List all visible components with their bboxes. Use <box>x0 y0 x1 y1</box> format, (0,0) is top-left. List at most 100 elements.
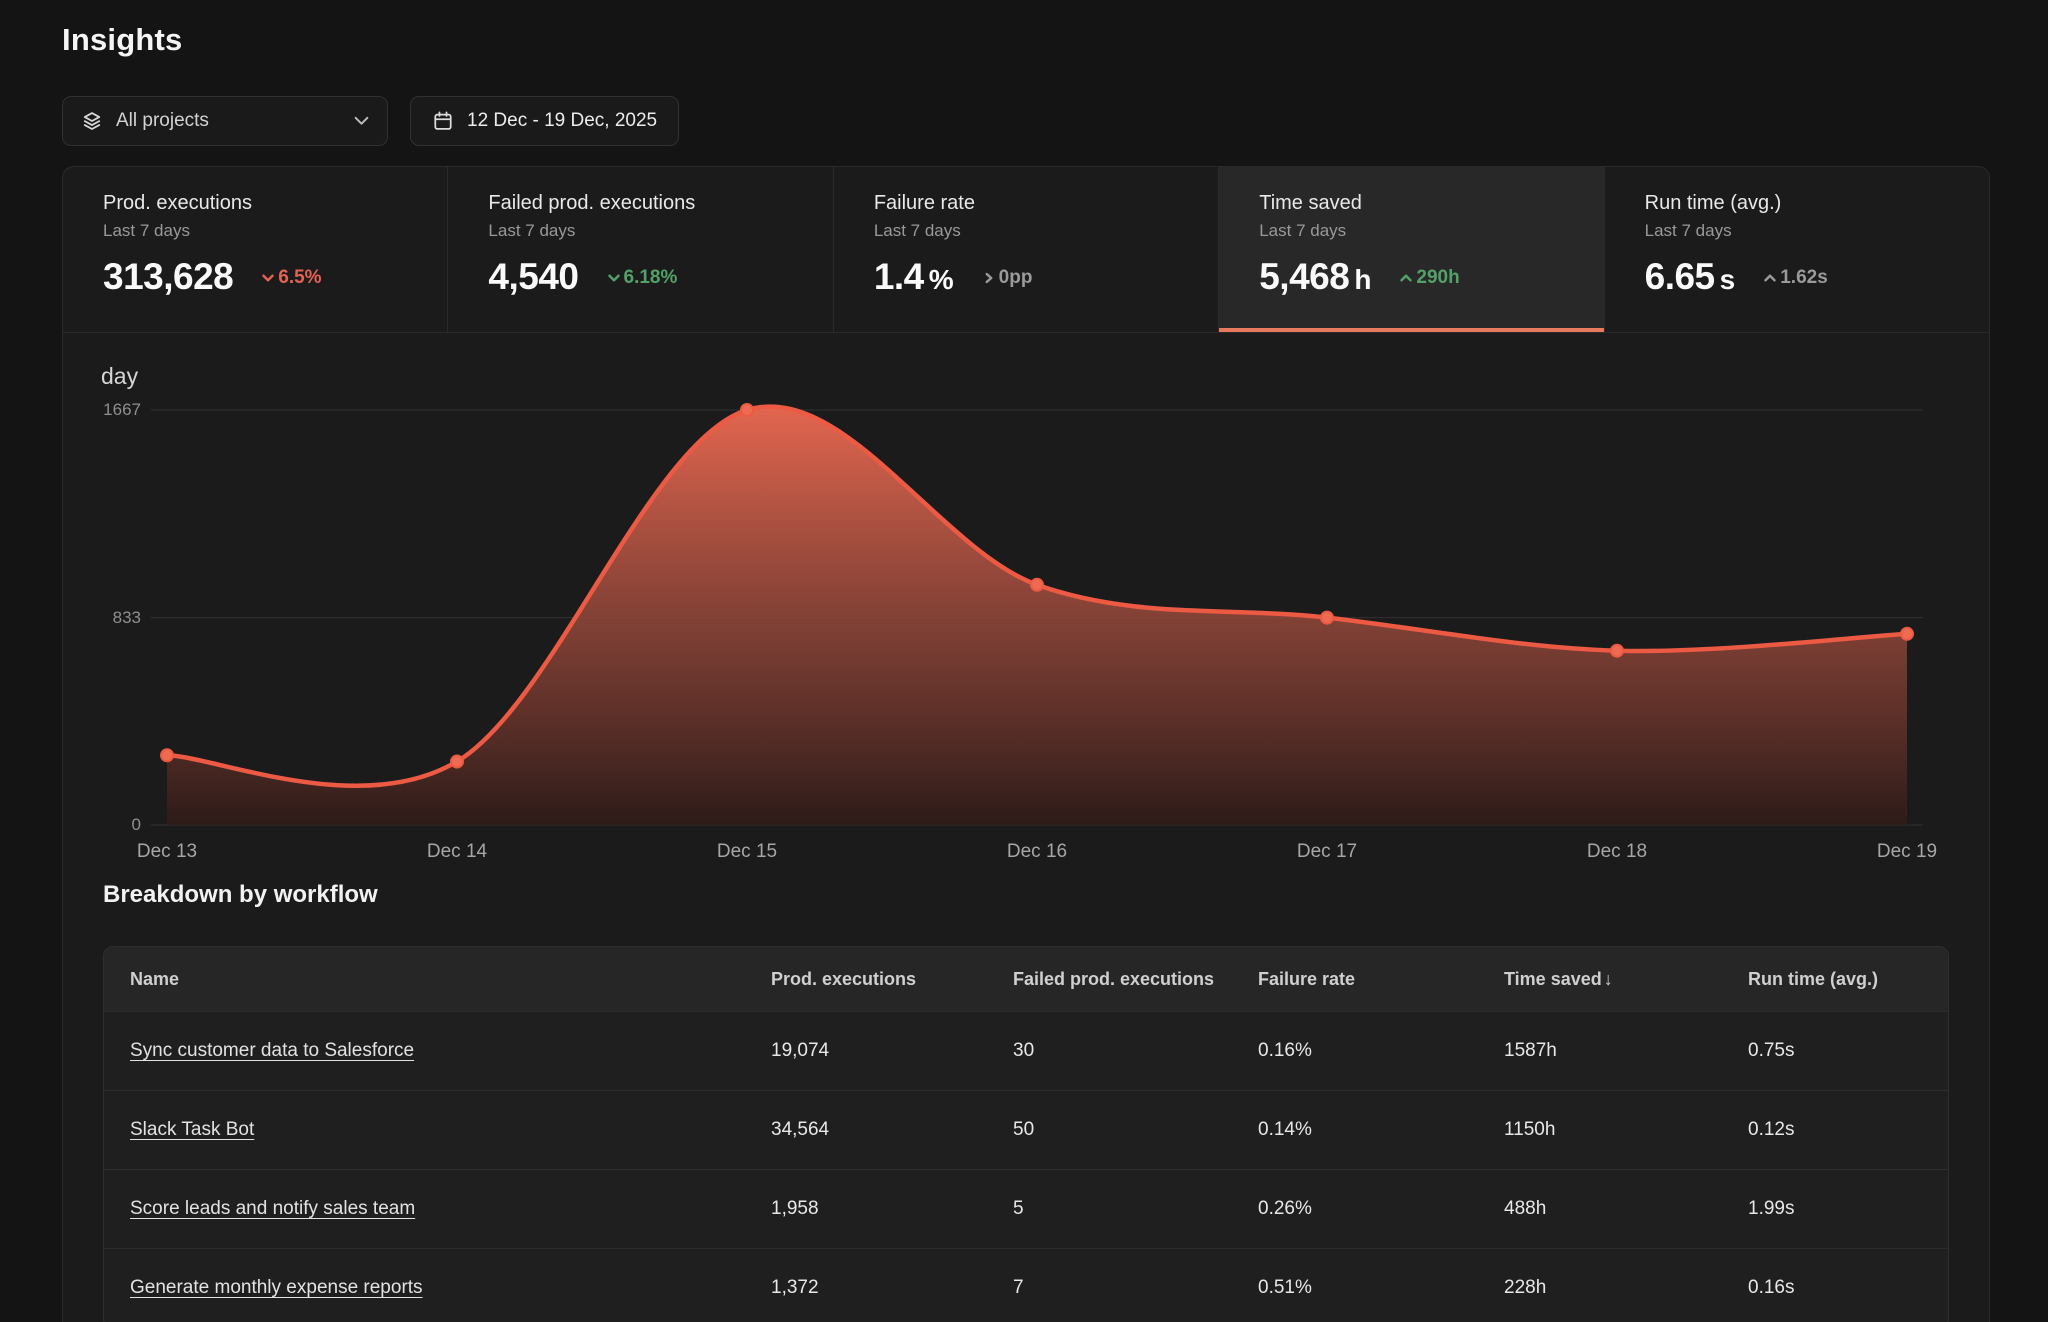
chart-area-fill <box>167 407 1907 825</box>
workflow-link[interactable]: Generate monthly expense reports <box>130 1277 423 1298</box>
column-header-name[interactable]: Name <box>130 969 771 990</box>
column-header-failed-prod-executions[interactable]: Failed prod. executions <box>1013 969 1258 990</box>
sort-desc-icon: ↓ <box>1604 969 1613 989</box>
trend-label: 6.18% <box>624 267 678 289</box>
metric-card-trend: 1.62s <box>1761 267 1828 289</box>
data-point-dec-14 <box>451 756 463 768</box>
chevron-up-icon <box>1397 269 1415 287</box>
failed-executions-cell: 7 <box>1013 1277 1258 1299</box>
data-point-dec-13 <box>161 749 173 761</box>
prod-executions-cell: 34,564 <box>771 1119 1013 1141</box>
metric-card-failed-prod-executions[interactable]: Failed prod. executions Last 7 days 4,54… <box>448 167 833 332</box>
metric-card-period: Last 7 days <box>488 221 832 241</box>
metric-card-title: Run time (avg.) <box>1645 192 1989 215</box>
prod-executions-cell: 1,958 <box>771 1198 1013 1220</box>
workflow-name-cell: Score leads and notify sales team <box>130 1198 771 1220</box>
trend-label: 6.5% <box>278 267 321 289</box>
metric-card-period: Last 7 days <box>1259 221 1603 241</box>
run-time-cell: 0.75s <box>1748 1040 1948 1062</box>
table-row: Slack Task Bot 34,564500.14%1150h0.12s <box>104 1090 1948 1169</box>
metric-card-title: Prod. executions <box>103 192 447 215</box>
calendar-icon <box>432 110 454 132</box>
time-saved-cell: 1587h <box>1504 1040 1748 1062</box>
metric-card-prod-executions[interactable]: Prod. executions Last 7 days 313,628 6.5… <box>63 167 448 332</box>
failed-executions-cell: 30 <box>1013 1040 1258 1062</box>
time-saved-cell: 1150h <box>1504 1119 1748 1141</box>
run-time-cell: 0.12s <box>1748 1119 1948 1141</box>
column-header-run-time-avg-[interactable]: Run time (avg.) <box>1748 969 1948 990</box>
y-axis-labels: 0 833 1667 <box>63 403 141 839</box>
data-point-dec-17 <box>1321 612 1333 624</box>
chevron-down-icon <box>259 269 277 287</box>
time-saved-cell: 228h <box>1504 1277 1748 1299</box>
y-tick-label-833: 833 <box>63 608 141 628</box>
chart-axis-title: day <box>101 363 138 390</box>
layers-icon <box>81 110 103 132</box>
workflow-name-cell: Generate monthly expense reports <box>130 1277 771 1299</box>
chevron-up-icon <box>1761 269 1779 287</box>
chart-plot-svg <box>151 403 1923 839</box>
page-title: Insights <box>62 22 182 58</box>
chevron-down-icon <box>605 269 623 287</box>
workflow-table-header: NameProd. executionsFailed prod. executi… <box>104 947 1948 1011</box>
column-header-time-saved[interactable]: Time saved↓ <box>1504 969 1748 990</box>
metric-card-value-row: 6.65 s 1.62s <box>1645 256 1989 298</box>
breakdown-heading: Breakdown by workflow <box>103 881 378 909</box>
project-selector[interactable]: All projects <box>62 96 388 146</box>
trend-label: 0pp <box>999 267 1033 289</box>
chevron-down-icon <box>354 116 369 126</box>
failure-rate-cell: 0.26% <box>1258 1198 1504 1220</box>
workflow-link[interactable]: Score leads and notify sales team <box>130 1198 415 1219</box>
metric-card-value: 6.65 <box>1645 256 1715 298</box>
workflow-table-body: Sync customer data to Salesforce 19,07430… <box>104 1011 1948 1322</box>
x-axis-labels: Dec 13Dec 14Dec 15Dec 16Dec 17Dec 18Dec … <box>151 841 1923 867</box>
metric-card-failure-rate[interactable]: Failure rate Last 7 days 1.4 % 0pp <box>834 167 1219 332</box>
column-header-prod-executions[interactable]: Prod. executions <box>771 969 1013 990</box>
failed-executions-cell: 5 <box>1013 1198 1258 1220</box>
table-row: Sync customer data to Salesforce 19,07430… <box>104 1011 1948 1090</box>
metric-card-unit: h <box>1354 264 1371 296</box>
metric-card-period: Last 7 days <box>874 221 1218 241</box>
failure-rate-cell: 0.14% <box>1258 1119 1504 1141</box>
date-range-value: 12 Dec - 19 Dec, 2025 <box>467 110 657 132</box>
failure-rate-cell: 0.16% <box>1258 1040 1504 1062</box>
data-point-dec-18 <box>1611 645 1623 657</box>
insights-page: Insights All projects <box>0 0 2048 1322</box>
data-point-dec-19 <box>1901 628 1913 640</box>
metric-card-trend: 0pp <box>980 267 1033 289</box>
prod-executions-cell: 19,074 <box>771 1040 1013 1062</box>
metric-card-value: 4,540 <box>488 256 578 298</box>
x-tick-label-dec-16: Dec 16 <box>1007 841 1067 863</box>
failure-rate-cell: 0.51% <box>1258 1277 1504 1299</box>
metric-card-trend: 6.18% <box>605 267 678 289</box>
trend-label: 290h <box>1416 267 1459 289</box>
metric-card-run-time-avg[interactable]: Run time (avg.) Last 7 days 6.65 s 1.62s <box>1605 167 1989 332</box>
metric-card-period: Last 7 days <box>1645 221 1989 241</box>
x-tick-label-dec-14: Dec 14 <box>427 841 487 863</box>
workflow-link[interactable]: Slack Task Bot <box>130 1119 254 1140</box>
insights-panel: Prod. executions Last 7 days 313,628 6.5… <box>62 166 1990 1322</box>
workflow-table: NameProd. executionsFailed prod. executi… <box>103 946 1949 1322</box>
run-time-cell: 0.16s <box>1748 1277 1948 1299</box>
project-selector-value: All projects <box>116 110 341 132</box>
data-point-dec-16 <box>1031 579 1043 591</box>
metric-card-value: 5,468 <box>1259 256 1349 298</box>
workflow-link[interactable]: Sync customer data to Salesforce <box>130 1040 414 1061</box>
run-time-cell: 1.99s <box>1748 1198 1948 1220</box>
date-range-picker[interactable]: 12 Dec - 19 Dec, 2025 <box>410 96 679 146</box>
metric-card-unit: s <box>1720 264 1736 296</box>
x-tick-label-dec-19: Dec 19 <box>1877 841 1937 863</box>
failed-executions-cell: 50 <box>1013 1119 1258 1141</box>
metric-card-period: Last 7 days <box>103 221 447 241</box>
time-saved-cell: 488h <box>1504 1198 1748 1220</box>
metric-card-value: 313,628 <box>103 256 233 298</box>
x-tick-label-dec-17: Dec 17 <box>1297 841 1357 863</box>
metric-card-value-row: 313,628 6.5% <box>103 256 447 298</box>
workflow-name-cell: Slack Task Bot <box>130 1119 771 1141</box>
metric-card-time-saved[interactable]: Time saved Last 7 days 5,468 h 290h <box>1219 167 1604 332</box>
column-header-failure-rate[interactable]: Failure rate <box>1258 969 1504 990</box>
y-tick-label-1667: 1667 <box>63 400 141 420</box>
metric-card-trend: 290h <box>1397 267 1459 289</box>
data-point-dec-15 <box>741 404 753 416</box>
y-tick-label-0: 0 <box>63 815 141 835</box>
